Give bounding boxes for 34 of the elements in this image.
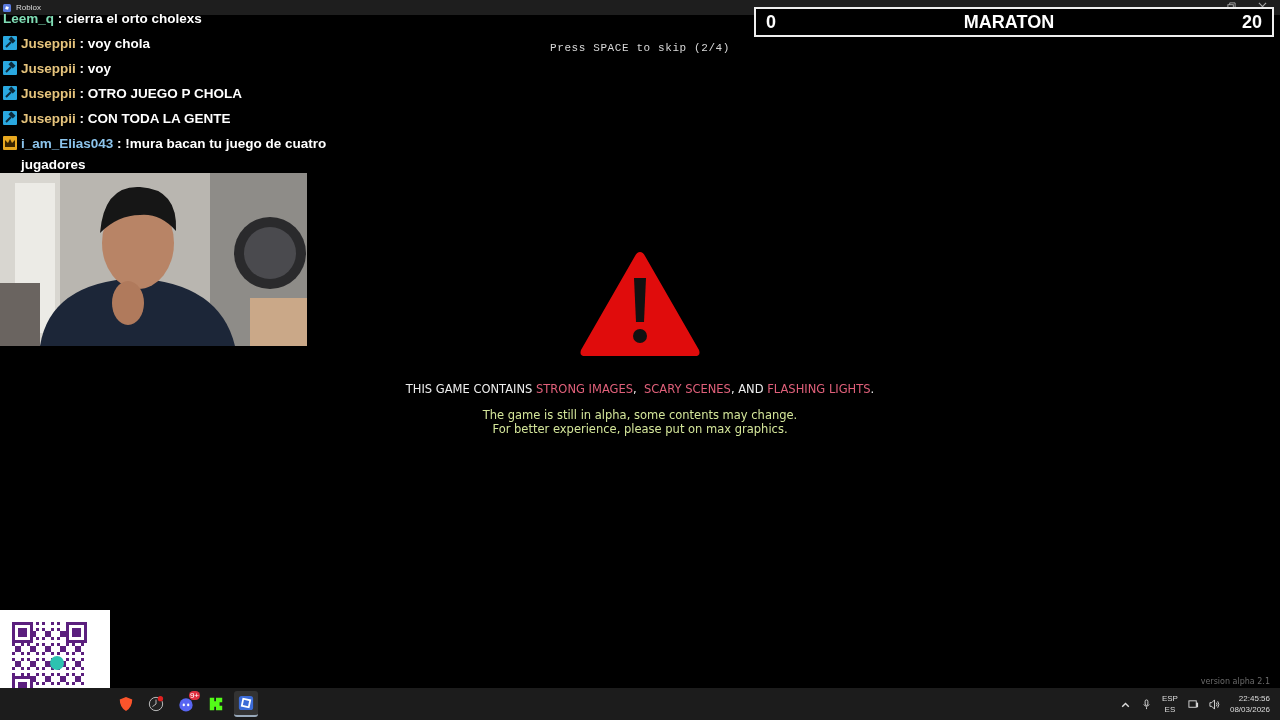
chat-message: Juseppii : OTRO JUEGO P CHOLA: [21, 85, 244, 103]
chat-message: Juseppii : voy: [21, 60, 113, 78]
volume-icon[interactable]: [1208, 698, 1220, 710]
dial-icon: [148, 696, 164, 712]
clock[interactable]: 22:45:56 08/03/2026: [1229, 693, 1270, 715]
warning-icon: [579, 250, 701, 358]
stream-logo-icon: [208, 696, 224, 712]
chat-message: Leem_q : cierra el orto cholexs: [3, 10, 203, 28]
skip-hint: Press SPACE to skip (2/4): [550, 42, 730, 54]
input-language[interactable]: ESP ES: [1161, 693, 1178, 715]
hammer-icon: [3, 36, 17, 50]
game-logo-icon: [238, 695, 254, 711]
score-left: 0: [766, 11, 776, 33]
chat-message: i_am_Elias043 : !mura bacan tu juego de cuatro jugadores: [21, 135, 328, 174]
chat-app-button[interactable]: 9+: [174, 691, 198, 717]
window-title: Roblox: [16, 3, 41, 12]
chat-message: Juseppii : CON TODA LA GENTE: [21, 110, 232, 128]
hammer-icon: [3, 86, 17, 100]
app-logo-icon: [2, 2, 12, 13]
chat-logo-icon: [178, 696, 194, 712]
score-right: 20: [1241, 11, 1262, 33]
alpha-note: For better experience, please put on max graphics.: [492, 422, 788, 436]
content-warning: THIS GAME CONTAINS STRONG IMAGES, SCARY SCENES, AND FLASHING LIGHTS.: [405, 382, 875, 396]
hammer-icon: [3, 61, 17, 75]
chat-message: Juseppii : voy chola: [21, 35, 152, 53]
scoreboard-title: MARATON: [963, 11, 1055, 33]
notification-badge: 9+: [188, 691, 200, 700]
hammer-icon: [3, 111, 17, 125]
game-app-button[interactable]: [234, 691, 258, 717]
version-label: version alpha 2.1: [1200, 677, 1270, 686]
alpha-note: The game is still in alpha, some contents may change.: [482, 408, 798, 422]
crown-icon: [3, 136, 17, 150]
shield-icon: [118, 696, 134, 712]
network-icon[interactable]: [1187, 698, 1199, 710]
